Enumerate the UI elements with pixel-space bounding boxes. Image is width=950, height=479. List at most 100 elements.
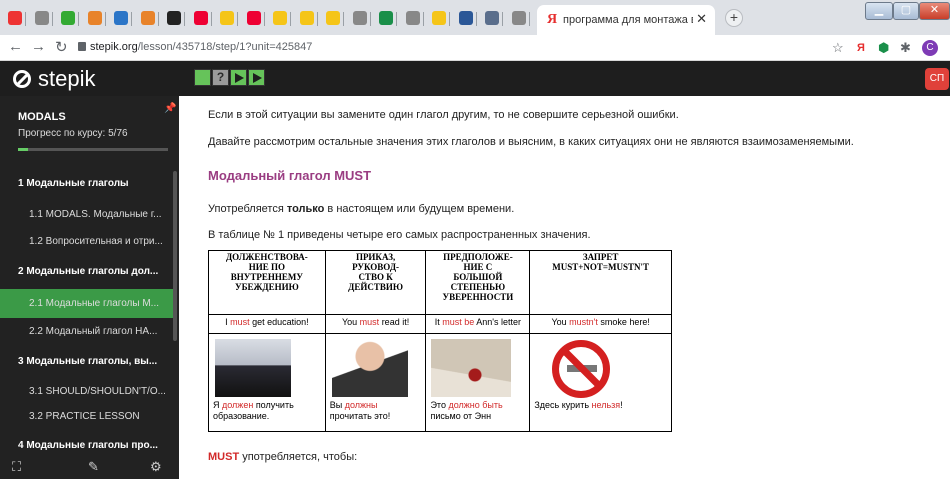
sidebar-lesson[interactable]: 2.2 Модальный глагол НА... bbox=[0, 317, 173, 346]
minimize-button[interactable]: ▁ bbox=[865, 2, 893, 20]
profile-avatar[interactable]: C bbox=[922, 40, 938, 56]
browser-tab[interactable] bbox=[110, 6, 132, 32]
yellow-tab-icon bbox=[326, 11, 340, 25]
table-header-cell: ПРИКАЗ, РУКОВОД- СТВО К ДЕЙСТВИЮ bbox=[324, 249, 427, 316]
browser-tab[interactable] bbox=[402, 6, 424, 32]
active-tab[interactable]: Я программа для монтажа видео ✕ bbox=[537, 5, 715, 35]
cap-red: должен bbox=[222, 400, 254, 411]
tab-separator bbox=[237, 12, 238, 26]
browser-tab[interactable] bbox=[269, 6, 291, 32]
close-tab-icon[interactable]: ✕ bbox=[696, 11, 707, 27]
browser-tab[interactable] bbox=[375, 6, 397, 32]
step-3-video[interactable] bbox=[230, 69, 247, 86]
video-icon bbox=[114, 11, 128, 25]
sidebar-lesson[interactable]: 1.1 MODALS. Модальные г... bbox=[0, 200, 173, 229]
browser-tab[interactable] bbox=[163, 6, 185, 32]
caption: Здесь курить нельзя! bbox=[534, 400, 622, 411]
browser-tab[interactable] bbox=[57, 6, 79, 32]
header-text: ПРЕДПОЛОЖЕ- НИЕ С БОЛЬШОЙ СТЕПЕНЬЮ УВЕРЕ… bbox=[442, 252, 514, 302]
fullscreen-icon[interactable]: ⛶ bbox=[12, 459, 21, 475]
table-example-row: I must get education! You must read it! … bbox=[208, 314, 672, 335]
ex-pre: You bbox=[551, 317, 570, 328]
extensions-puzzle-icon[interactable]: ✱ bbox=[900, 40, 911, 56]
stepik-logo-text[interactable]: stepik bbox=[38, 66, 95, 92]
bookmark-icon bbox=[87, 11, 102, 25]
browser-tab[interactable] bbox=[84, 6, 106, 32]
sidebar-item-label: 2.1 Модальные глаголы М... bbox=[29, 298, 160, 309]
ex-red: must be bbox=[442, 317, 475, 328]
browser-tab[interactable] bbox=[322, 6, 344, 32]
tab-separator bbox=[502, 12, 503, 26]
image-cell: Вы должны прочитать это! bbox=[324, 333, 427, 432]
tab-separator bbox=[210, 12, 212, 26]
table-header-cell: ДОЛЖЕНСТВОВА- НИЕ ПО ВНУТРЕННЕМУ УБЕЖДЕН… bbox=[208, 249, 326, 316]
sidebar-section[interactable]: 1 Модальные глаголы bbox=[0, 169, 173, 198]
tab-separator bbox=[25, 12, 26, 26]
yellow-tab-icon bbox=[273, 11, 287, 25]
step-4-video[interactable] bbox=[248, 69, 265, 86]
image-cell: Это должно быть письмо от Энн bbox=[425, 333, 531, 432]
browser-tab[interactable] bbox=[296, 6, 318, 32]
caption: Вы должны прочитать это! bbox=[330, 400, 390, 422]
browser-tab[interactable] bbox=[508, 6, 530, 32]
sidebar-section[interactable]: 2 Модальные глаголы дол... bbox=[0, 257, 173, 286]
yandex-extension-icon[interactable]: Я bbox=[857, 42, 865, 54]
new-tab-button[interactable]: + bbox=[725, 9, 743, 27]
pin-icon[interactable]: 📌 bbox=[164, 103, 176, 114]
step-2-unknown[interactable]: ? bbox=[212, 69, 229, 86]
browser-tab[interactable] bbox=[349, 6, 371, 32]
tab-separator bbox=[104, 12, 106, 26]
youtube-icon bbox=[8, 11, 22, 25]
section-heading: Модальный глагол MUST bbox=[208, 168, 372, 183]
example-cell: You must read it! bbox=[324, 314, 427, 335]
browser-tab[interactable] bbox=[455, 6, 477, 32]
globe-icon bbox=[34, 11, 49, 25]
stepik-logo-icon[interactable] bbox=[13, 70, 31, 88]
sidebar-lesson[interactable]: 1.2 Вопросительная и отри... bbox=[0, 227, 173, 256]
cap-pre: Я bbox=[213, 400, 222, 411]
browser-tab[interactable] bbox=[243, 6, 265, 32]
url-host: stepik.org bbox=[90, 41, 138, 53]
browser-tab[interactable] bbox=[4, 6, 26, 32]
browser-tab[interactable] bbox=[216, 6, 238, 32]
shield-extension-icon[interactable]: ⬢ bbox=[878, 40, 889, 56]
must-rest: употребляется, чтобы: bbox=[239, 451, 358, 463]
yellow-tab-icon bbox=[220, 11, 234, 25]
sidebar-scrollbar[interactable] bbox=[173, 171, 177, 341]
user-avatar[interactable]: СП bbox=[925, 68, 949, 90]
leaf-icon bbox=[61, 11, 75, 25]
sidebar-item-label: 1 Модальные глаголы bbox=[18, 178, 129, 189]
maximize-button[interactable]: ▢ bbox=[893, 2, 919, 20]
lock-icon[interactable] bbox=[78, 42, 86, 51]
sidebar-lesson[interactable]: 3.2 PRACTICE LESSON bbox=[0, 402, 173, 431]
step-1-passed[interactable] bbox=[194, 69, 211, 86]
cap-red: должны bbox=[344, 400, 378, 411]
url-field[interactable]: stepik.org/lesson/435718/step/1?unit=425… bbox=[90, 41, 312, 53]
browser-tab[interactable] bbox=[428, 6, 450, 32]
sidebar-section[interactable]: 3 Модальные глаголы, вы... bbox=[0, 347, 173, 376]
back-arrow-icon[interactable]: ← bbox=[8, 38, 23, 55]
house-icon bbox=[485, 11, 499, 25]
edit-pencil-icon[interactable]: ✎ bbox=[88, 459, 99, 475]
tab-separator bbox=[316, 12, 318, 26]
window-close-button[interactable]: ✕ bbox=[919, 2, 950, 20]
settings-gear-icon[interactable]: ⚙ bbox=[150, 459, 162, 475]
example-cell: It must be Ann's letter bbox=[425, 314, 531, 335]
sidebar-footer: ⛶ ✎ ⚙ bbox=[0, 456, 179, 479]
ex-red: must bbox=[359, 317, 380, 328]
sidebar-item-label: 2 Модальные глаголы дол... bbox=[18, 266, 159, 277]
sidebar-lesson[interactable]: 2.1 Модальные глаголы М... bbox=[0, 289, 173, 318]
browser-tab[interactable] bbox=[190, 6, 212, 32]
bookmark-star-icon[interactable]: ☆ bbox=[832, 40, 844, 56]
yandex-icon: Я bbox=[547, 12, 558, 27]
reload-icon[interactable]: ↻ bbox=[55, 38, 68, 56]
browser-tab[interactable] bbox=[31, 6, 53, 32]
tab-separator bbox=[475, 12, 477, 26]
course-title[interactable]: MODALS bbox=[18, 111, 66, 123]
p3-bold-text: только bbox=[286, 203, 325, 215]
paragraph-1: Если в этой ситуации вы замените один гл… bbox=[208, 109, 679, 121]
p3-text-after: в настоящем или будущем времени. bbox=[324, 203, 515, 215]
forward-arrow-icon[interactable]: → bbox=[31, 38, 46, 55]
browser-tab[interactable] bbox=[481, 6, 503, 32]
browser-tab[interactable] bbox=[137, 6, 159, 32]
